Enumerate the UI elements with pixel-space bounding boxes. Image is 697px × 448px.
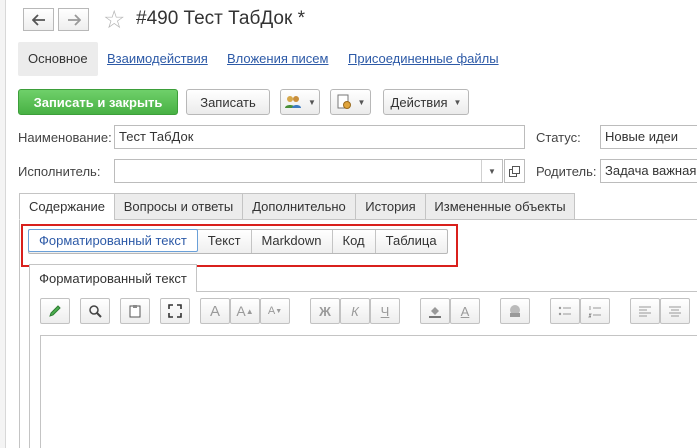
- image-icon: [510, 305, 520, 317]
- bold-button[interactable]: Ж: [310, 298, 340, 324]
- executor-label: Исполнитель:: [18, 164, 101, 179]
- fullscreen-button[interactable]: [160, 298, 190, 324]
- bulleted-list-button[interactable]: [550, 298, 580, 324]
- status-label: Статус:: [536, 130, 581, 145]
- page-title: #490 Тест ТабДок *: [136, 8, 305, 29]
- chevron-down-icon: ▼: [357, 97, 366, 107]
- tab-vzaimodeistviya[interactable]: Взаимодействия: [107, 42, 208, 76]
- back-button[interactable]: [23, 8, 54, 31]
- tab-dopolnitelno[interactable]: Дополнительно: [242, 193, 356, 220]
- fill-color-icon: [429, 307, 441, 318]
- pencil-icon: [49, 305, 61, 317]
- users-icon: [285, 96, 302, 108]
- underline-button[interactable]: Ч: [370, 298, 400, 324]
- font-button[interactable]: A: [200, 298, 230, 324]
- tab-osnovnoe[interactable]: Основное: [18, 42, 98, 76]
- tab-prisoedinennye-faily[interactable]: Присоединенные файлы: [348, 42, 499, 76]
- tab-voprosy-i-otvety[interactable]: Вопросы и ответы: [114, 193, 243, 220]
- tab-soderzhanie[interactable]: Содержание: [19, 193, 115, 220]
- highlight-frame: [21, 224, 458, 267]
- chevron-down-icon: ▼: [453, 97, 462, 107]
- document-menu-button[interactable]: ▼: [330, 89, 371, 115]
- numbered-list-button[interactable]: [580, 298, 610, 324]
- italic-button[interactable]: К: [340, 298, 370, 324]
- background-color-button[interactable]: [420, 298, 450, 324]
- document-gear-icon: [337, 94, 351, 109]
- executor-dropdown-button[interactable]: ▼: [481, 160, 502, 182]
- tab-izmenennye-obekty[interactable]: Измененные объекты: [425, 193, 575, 220]
- expand-icon: [168, 304, 182, 318]
- tab-formatted-text-editor[interactable]: Форматированный текст: [29, 264, 197, 292]
- actions-label: Действия: [390, 94, 448, 110]
- executor-open-button[interactable]: [504, 159, 525, 183]
- search-icon: [89, 305, 102, 318]
- arrow-right-icon: [67, 13, 81, 26]
- chevron-down-icon: ▼: [308, 97, 316, 107]
- numbered-list-icon: [588, 306, 601, 318]
- status-field[interactable]: Новые идеи: [600, 125, 697, 149]
- align-left-button[interactable]: [630, 298, 660, 324]
- window-left-edge: [0, 0, 6, 448]
- edit-button[interactable]: [40, 298, 70, 324]
- font-increase-button[interactable]: A ▲: [230, 298, 260, 324]
- align-center-icon: [669, 306, 681, 317]
- parent-label: Родитель:: [536, 164, 597, 179]
- parent-field[interactable]: Задача важная: [600, 159, 697, 183]
- name-input[interactable]: Тест ТабДок: [114, 125, 525, 149]
- bullet-list-icon: [558, 306, 571, 316]
- users-menu-button[interactable]: ▼: [280, 89, 320, 115]
- open-icon: [509, 165, 520, 177]
- save-and-close-button[interactable]: Записать и закрыть: [18, 89, 178, 115]
- name-label: Наименование:: [18, 130, 112, 145]
- star-icon[interactable]: ☆: [103, 5, 125, 35]
- insert-image-button[interactable]: [500, 298, 530, 324]
- find-button[interactable]: [80, 298, 110, 324]
- decrease-icon: ▼: [275, 307, 283, 315]
- align-center-button[interactable]: [660, 298, 690, 324]
- align-left-icon: [639, 306, 651, 317]
- increase-icon: ▲: [245, 306, 254, 316]
- formatted-text-editor[interactable]: [40, 335, 697, 448]
- actions-button[interactable]: Действия ▼: [383, 89, 469, 115]
- tab-vlozheniya-pisem[interactable]: Вложения писем: [227, 42, 328, 76]
- font-decrease-button[interactable]: A ▼: [260, 298, 290, 324]
- forward-button[interactable]: [58, 8, 89, 31]
- tab-istoriya[interactable]: История: [355, 193, 426, 220]
- clipboard-icon: [129, 305, 141, 318]
- text-color-button[interactable]: A: [450, 298, 480, 324]
- executor-input[interactable]: [114, 159, 503, 183]
- save-button[interactable]: Записать: [186, 89, 270, 115]
- paste-button[interactable]: [120, 298, 150, 324]
- arrow-left-icon: [31, 13, 45, 26]
